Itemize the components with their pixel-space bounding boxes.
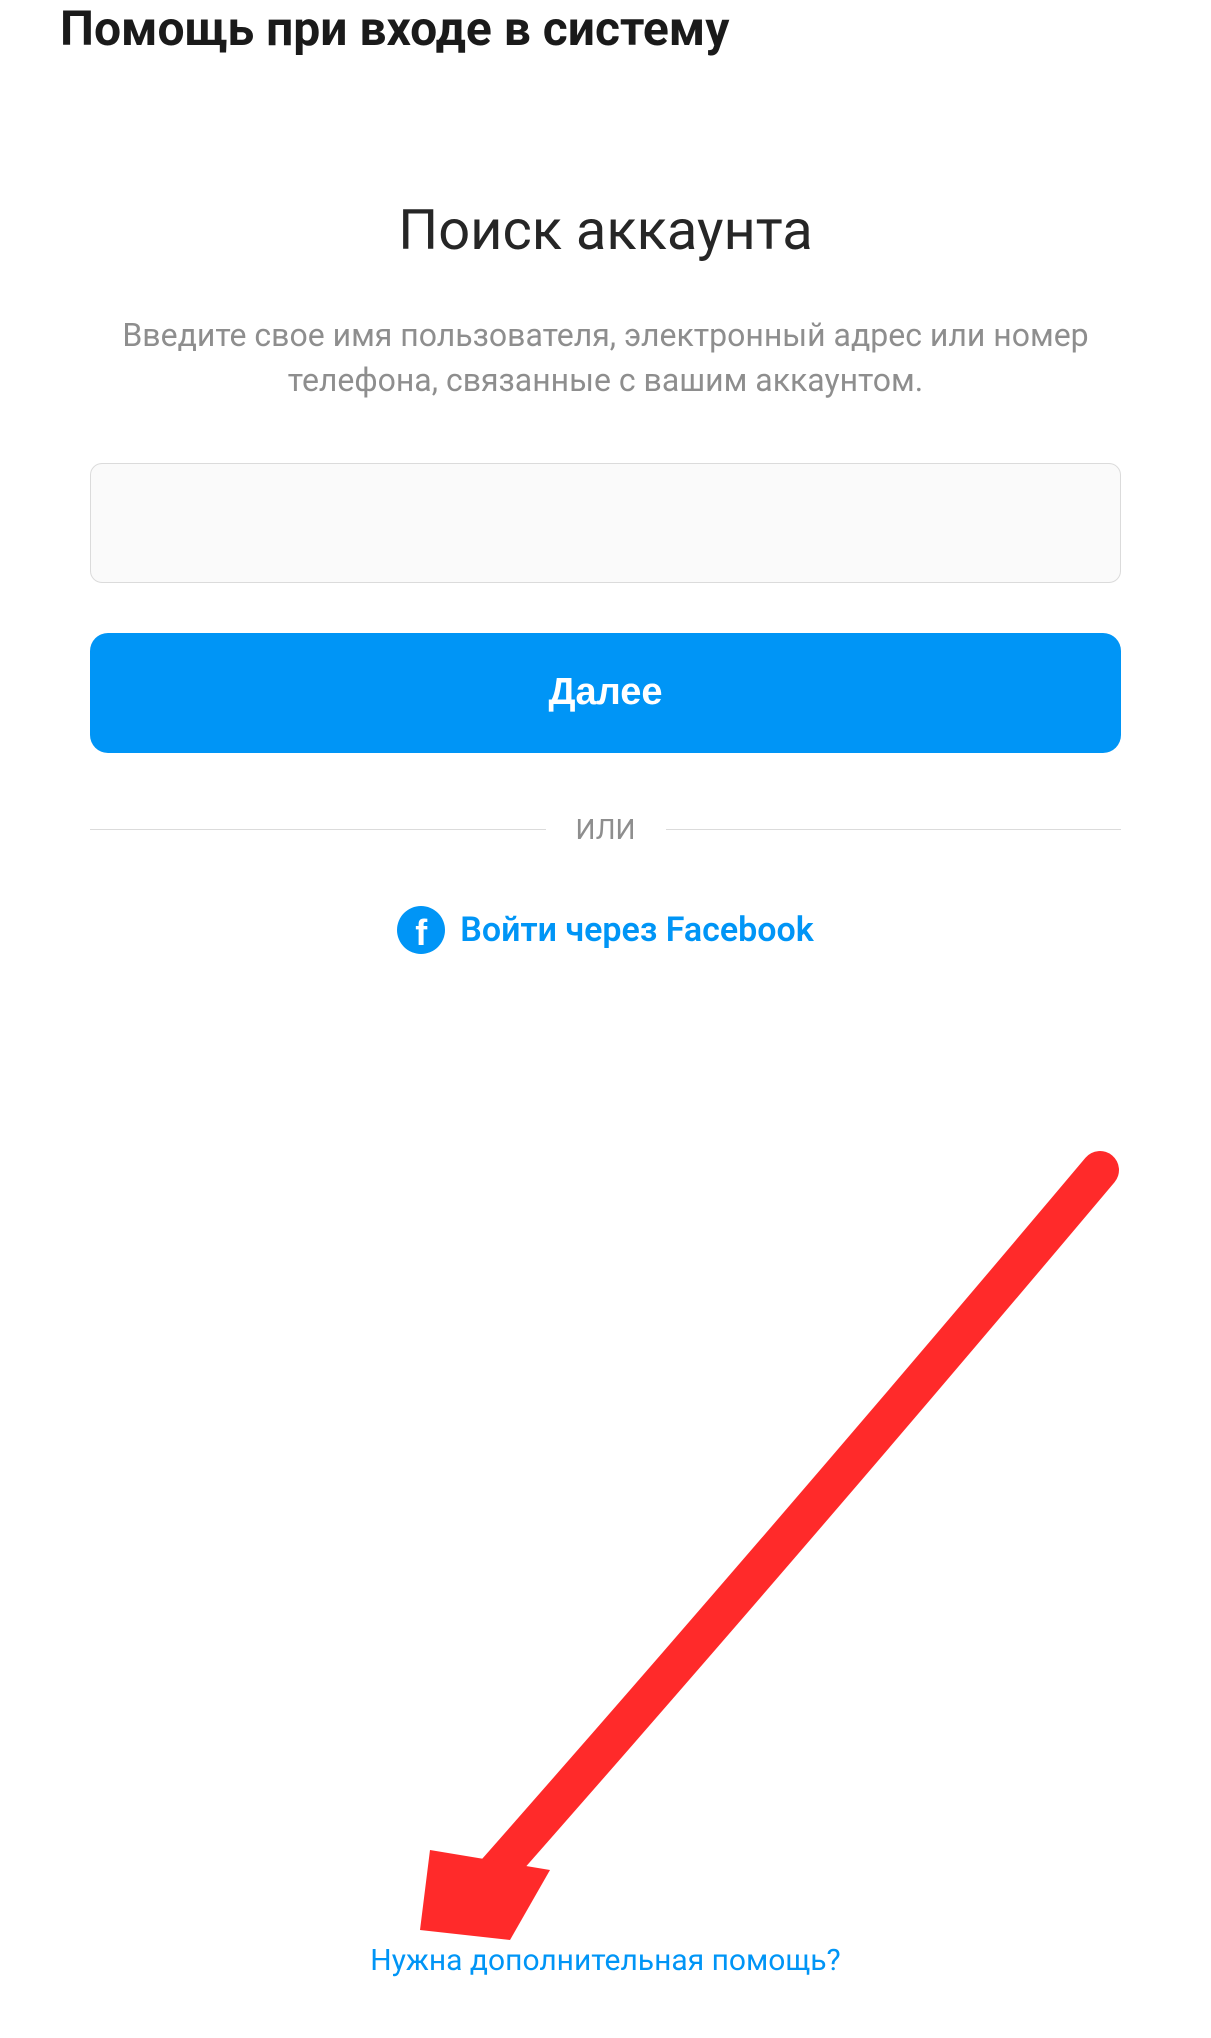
divider: ИЛИ (90, 813, 1121, 846)
page-title: Поиск аккаунта (90, 197, 1121, 263)
next-button[interactable]: Далее (90, 633, 1121, 753)
divider-line-left (90, 829, 546, 830)
main-content: Поиск аккаунта Введите свое имя пользова… (0, 197, 1211, 954)
facebook-icon: f (397, 906, 445, 954)
footer: Нужна дополнительная помощь? (0, 1943, 1211, 1978)
facebook-icon-letter: f (415, 915, 427, 951)
header-title: Помощь при входе в систему (0, 0, 1211, 57)
help-link[interactable]: Нужна дополнительная помощь? (370, 1943, 840, 1978)
annotation-arrow (380, 1150, 1130, 1950)
instructions-text: Введите свое имя пользователя, электронн… (90, 313, 1121, 403)
facebook-login-label: Войти через Facebook (460, 910, 813, 950)
account-search-input[interactable] (90, 463, 1121, 583)
divider-text: ИЛИ (546, 813, 666, 846)
facebook-login-button[interactable]: f Войти через Facebook (90, 906, 1121, 954)
divider-line-right (666, 829, 1122, 830)
